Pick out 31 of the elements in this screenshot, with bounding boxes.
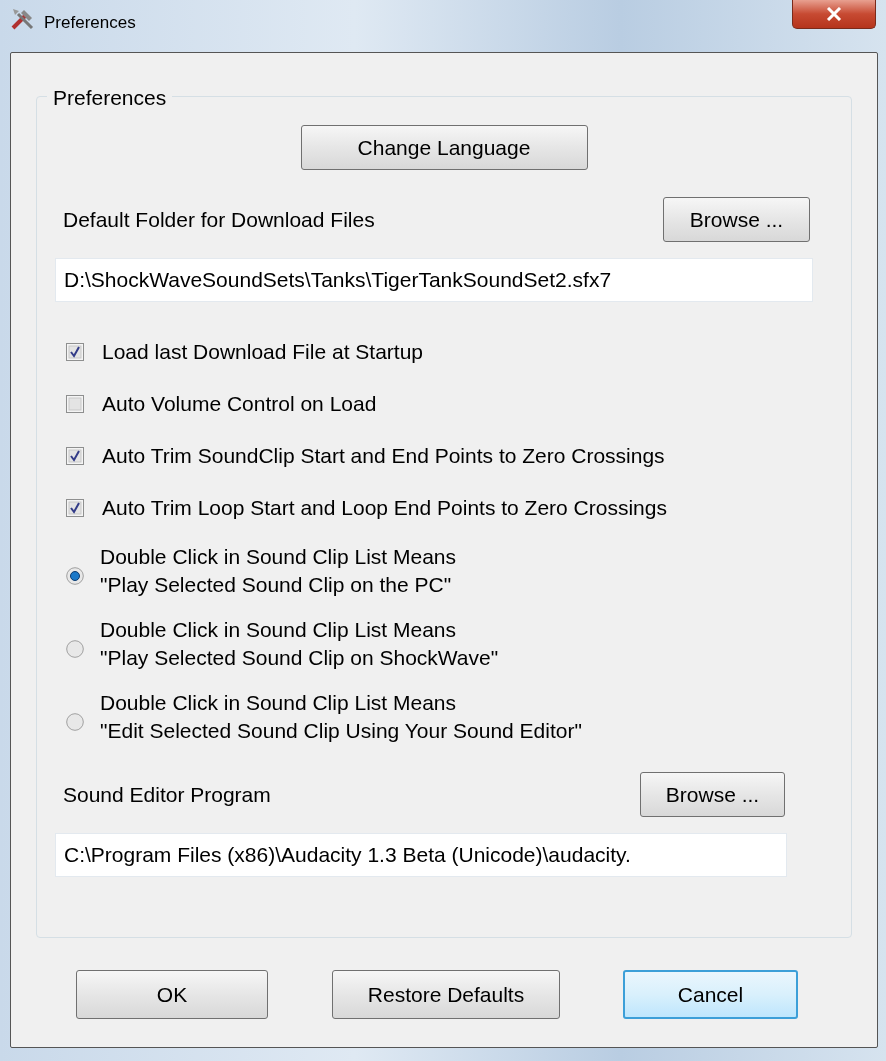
checkbox-label: Auto Trim SoundClip Start and End Points to Zero Crossings xyxy=(102,443,665,470)
dialog-button[interactable]: OK xyxy=(76,970,268,1019)
field-label: Default Folder for Download Files xyxy=(63,206,376,233)
checkbox-label: Auto Volume Control on Load xyxy=(102,391,377,418)
radio-label: "Edit Selected Sound Clip Using Your Sound Editor" xyxy=(100,717,582,744)
dialog-button[interactable]: Restore Defaults xyxy=(332,970,560,1019)
radio-button[interactable] xyxy=(66,566,84,585)
close-button[interactable] xyxy=(792,0,876,29)
radio-label: Double Click in Sound Clip List Means xyxy=(100,689,457,716)
radio-label: Double Click in Sound Clip List Means xyxy=(100,616,457,643)
tools-icon xyxy=(10,6,36,32)
checkbox[interactable] xyxy=(66,395,84,413)
field-label: Sound Editor Program xyxy=(63,781,272,808)
close-icon xyxy=(826,7,842,21)
checkbox-label: Load last Download File at Startup xyxy=(102,339,424,366)
path-field[interactable]: C:\Program Files (x86)\Audacity 1.3 Beta (Unicode)\audacity. xyxy=(55,833,787,877)
radio-button[interactable] xyxy=(66,639,84,658)
checkbox-label: Auto Trim Loop Start and Loop End Points to Zero Crossings xyxy=(102,495,667,522)
change-language-button[interactable]: Change Language xyxy=(300,125,588,170)
path-field[interactable]: D:\ShockWaveSoundSets\Tanks\TigerTankSoundSet2.sfx7 xyxy=(55,258,813,302)
radio-label: "Play Selected Sound Clip on the PC" xyxy=(100,571,453,598)
radio-label: Double Click in Sound Clip List Means xyxy=(100,543,456,570)
checkbox[interactable] xyxy=(66,343,84,361)
window-title: Preferences xyxy=(44,12,136,34)
radio-label: "Play Selected Sound Clip on ShockWave" xyxy=(100,644,499,671)
browse-button[interactable]: Browse ... xyxy=(663,197,810,242)
browse-button[interactable]: Browse ... xyxy=(640,772,785,817)
radio-button[interactable] xyxy=(66,712,84,731)
checkbox[interactable] xyxy=(66,447,84,465)
checkbox[interactable] xyxy=(66,499,84,517)
dialog-button[interactable]: Cancel xyxy=(623,970,798,1019)
